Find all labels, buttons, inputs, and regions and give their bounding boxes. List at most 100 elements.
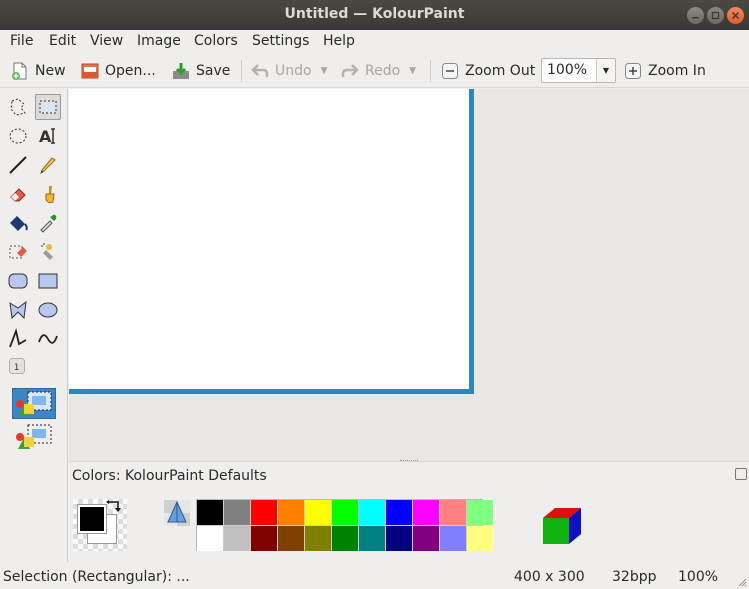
polyline-icon	[9, 328, 27, 348]
zoom-value[interactable]: 100%	[547, 62, 587, 78]
palette-swatch[interactable]	[278, 526, 304, 551]
line-tool[interactable]	[5, 152, 31, 178]
palette-swatch[interactable]	[467, 500, 493, 525]
eraser-tool[interactable]	[5, 181, 31, 207]
pen-tool[interactable]	[35, 152, 61, 178]
elliptical-selection-tool[interactable]	[5, 123, 31, 149]
menu-settings[interactable]: Settings	[252, 33, 309, 49]
eraser-icon	[10, 188, 26, 202]
palette-swatch[interactable]	[197, 500, 223, 525]
rectangle-tool[interactable]	[35, 268, 61, 294]
palette-swatch[interactable]	[359, 526, 385, 551]
canvas-scroll-area	[69, 89, 749, 461]
ellipse-tool[interactable]	[35, 297, 61, 323]
open-button[interactable]: Open...	[80, 58, 156, 84]
menu-edit[interactable]: Edit	[49, 33, 76, 49]
color-picker-tool[interactable]	[35, 210, 61, 236]
palette-swatch[interactable]	[413, 500, 439, 525]
palette-swatch[interactable]	[440, 500, 466, 525]
canvas-resize-handle-bottom[interactable]	[69, 389, 474, 394]
zoom-out-label: Zoom Out	[465, 63, 536, 79]
menu-view[interactable]: View	[90, 33, 123, 49]
status-color-depth: 32bpp	[612, 569, 657, 585]
curve-tool[interactable]	[35, 326, 61, 352]
line-icon	[9, 156, 27, 174]
color-palette	[196, 499, 493, 551]
dock-float-button[interactable]	[735, 468, 747, 480]
palette-swatch[interactable]	[278, 500, 304, 525]
status-bar: Selection (Rectangular): ... 400 x 300 3…	[0, 562, 749, 589]
new-button[interactable]: New	[10, 58, 66, 84]
canvas-resize-handle-right[interactable]	[469, 89, 474, 394]
foreground-color-swatch[interactable]	[77, 504, 107, 534]
zoom-in-label: Zoom In	[648, 63, 706, 79]
rect-select-icon	[39, 100, 57, 114]
status-zoom: 100%	[678, 569, 719, 585]
svg-text:A: A	[39, 127, 52, 146]
undo-button[interactable]: Undo ▼	[250, 58, 328, 84]
palette-swatch[interactable]	[467, 526, 493, 551]
free-form-selection-tool[interactable]	[5, 94, 31, 120]
palette-swatch[interactable]	[305, 526, 331, 551]
swap-colors-icon[interactable]	[106, 499, 124, 515]
redo-icon	[341, 64, 359, 77]
menu-colors[interactable]: Colors	[194, 33, 238, 49]
color-box-dock: Colors: KolourPaint Defaults	[69, 460, 749, 562]
polygon-tool[interactable]	[5, 297, 31, 323]
palette-swatch[interactable]	[359, 500, 385, 525]
brush-tool[interactable]	[35, 181, 61, 207]
connected-lines-tool[interactable]	[5, 326, 31, 352]
rounded-rectangle-tool[interactable]	[5, 268, 31, 294]
palette-swatch[interactable]	[224, 500, 250, 525]
zoom-in-button[interactable]: Zoom In	[623, 58, 706, 84]
palette-swatch[interactable]	[386, 526, 412, 551]
save-button[interactable]: Save	[171, 58, 230, 84]
rectangle-icon	[38, 273, 58, 289]
color-similarity-cube-icon[interactable]	[541, 504, 583, 546]
palette-swatch[interactable]	[332, 500, 358, 525]
redo-button[interactable]: Redo ▼	[340, 58, 416, 84]
palette-swatch[interactable]	[251, 500, 277, 525]
undo-icon	[251, 64, 269, 77]
undo-dropdown-icon[interactable]: ▼	[321, 66, 328, 76]
dock-splitter[interactable]	[400, 460, 418, 463]
color-palette-label: Colors: KolourPaint Defaults	[72, 468, 267, 484]
zoom-combobox[interactable]: 100% ▼	[541, 58, 616, 83]
menu-file[interactable]: File	[10, 33, 33, 49]
main-toolbar: New Open... Save Undo ▼ Redo ▼ Zoom Out	[0, 54, 749, 88]
palette-swatch[interactable]	[386, 500, 412, 525]
close-button[interactable]	[727, 7, 744, 24]
zoom-dropdown-icon[interactable]: ▼	[596, 59, 615, 82]
text-tool[interactable]: A	[35, 123, 61, 149]
opaque-selection-icon	[16, 391, 52, 416]
drawing-canvas[interactable]	[69, 89, 469, 389]
polygon-icon	[9, 300, 27, 320]
resize-grip-icon[interactable]	[737, 577, 747, 587]
redo-label: Redo	[365, 63, 401, 79]
palette-swatch[interactable]	[332, 526, 358, 551]
flood-fill-tool[interactable]	[5, 210, 31, 236]
maximize-button[interactable]	[707, 7, 724, 24]
color-eraser-icon	[9, 245, 27, 259]
transparent-selection-option[interactable]	[12, 421, 56, 452]
opaque-selection-option[interactable]	[12, 388, 56, 419]
palette-swatch[interactable]	[440, 526, 466, 551]
palette-swatch[interactable]	[197, 526, 223, 551]
color-eraser-tool[interactable]	[5, 239, 31, 265]
transparent-color-icon[interactable]	[164, 500, 190, 526]
rectangular-selection-tool[interactable]	[35, 94, 61, 120]
line-width-option[interactable]: 1	[7, 356, 27, 376]
palette-swatch[interactable]	[224, 526, 250, 551]
open-folder-icon	[81, 63, 99, 79]
rounded-rectangle-icon	[8, 273, 28, 289]
undo-label: Undo	[275, 63, 312, 79]
zoom-out-button[interactable]: Zoom Out	[440, 58, 535, 84]
menu-help[interactable]: Help	[323, 33, 355, 49]
spraycan-tool[interactable]	[35, 239, 61, 265]
redo-dropdown-icon[interactable]: ▼	[409, 66, 416, 76]
minimize-button[interactable]	[687, 7, 704, 24]
menu-image[interactable]: Image	[137, 33, 181, 49]
palette-swatch[interactable]	[413, 526, 439, 551]
palette-swatch[interactable]	[305, 500, 331, 525]
palette-swatch[interactable]	[251, 526, 277, 551]
